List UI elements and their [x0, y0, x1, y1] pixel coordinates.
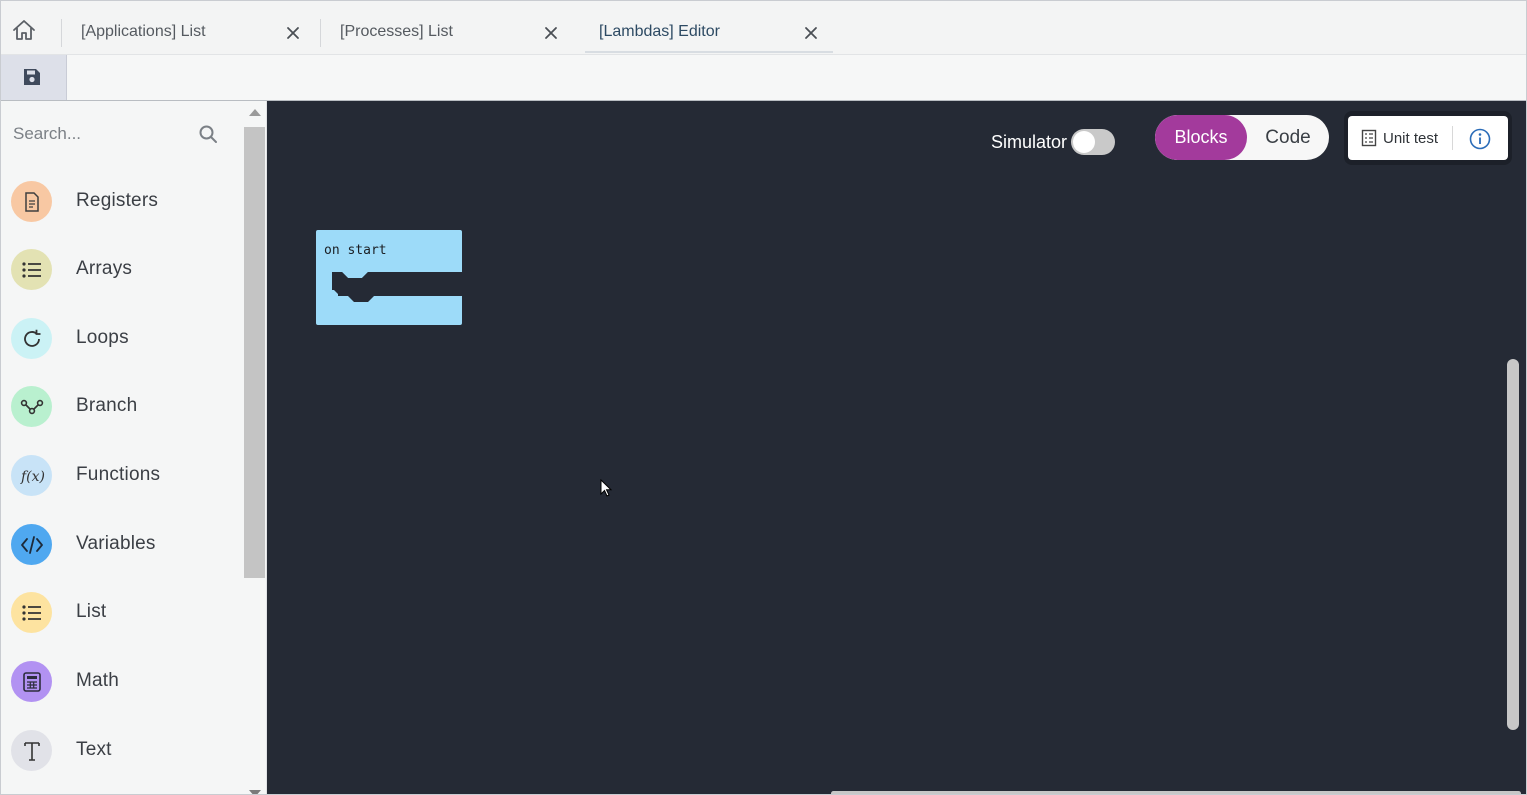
category-variables[interactable]: Variables [1, 514, 241, 574]
list-icon [11, 249, 52, 290]
loop-icon [11, 318, 52, 359]
workspace-horizontal-scrollbar[interactable] [831, 791, 1521, 794]
category-registers[interactable]: Registers [1, 171, 241, 231]
category-label: Text [76, 739, 112, 760]
category-label: Branch [76, 395, 138, 416]
category-label: List [76, 601, 107, 622]
category-math[interactable]: Math [1, 651, 241, 711]
toolbox-sidebar: Registers Arrays Loops Branch f(x) [1, 101, 267, 794]
close-icon[interactable] [543, 25, 559, 41]
toolbar [1, 55, 1526, 101]
document-icon [11, 181, 52, 222]
code-icon [11, 524, 52, 565]
tab-label: [Processes] List [340, 23, 453, 40]
tab-divider [320, 19, 321, 47]
category-label: Loops [76, 327, 129, 348]
mouse-cursor-icon [600, 479, 613, 497]
app-window: [Applications] List [Processes] List [La… [0, 0, 1527, 795]
checklist-icon [1361, 129, 1377, 147]
info-icon[interactable] [1468, 127, 1492, 151]
category-branch[interactable]: Branch [1, 376, 241, 436]
blocks-mode-button[interactable]: Blocks [1155, 115, 1247, 160]
category-loops[interactable]: Loops [1, 308, 241, 368]
scroll-up-icon[interactable] [249, 109, 261, 116]
unit-test-label: Unit test [1383, 130, 1439, 147]
tab-bar: [Applications] List [Processes] List [La… [1, 1, 1526, 55]
editor-mode-switch: Blocks Code [1155, 115, 1329, 160]
toggle-knob [1073, 131, 1095, 153]
tab-label: [Applications] List [81, 23, 206, 40]
search-icon[interactable] [197, 123, 219, 145]
tab-divider [61, 19, 62, 47]
home-button[interactable] [11, 18, 45, 48]
tab-lambdas-editor[interactable]: [Lambdas] Editor [585, 1, 833, 53]
home-icon [13, 20, 35, 40]
workspace-vertical-scrollbar[interactable] [1507, 359, 1519, 730]
simulator-toggle[interactable] [1071, 129, 1115, 155]
category-label: Registers [76, 190, 159, 211]
unit-test-bar: Unit test [1348, 116, 1508, 160]
close-icon[interactable] [803, 25, 819, 41]
list-icon [11, 592, 52, 633]
tab-processes-list[interactable]: [Processes] List [326, 1, 576, 53]
function-icon: f(x) [11, 455, 52, 496]
category-label: Math [76, 670, 120, 691]
block-label: on start [324, 243, 387, 258]
blocks-workspace[interactable]: Simulator Blocks Code Unit test on start [267, 101, 1526, 794]
tab-applications-list[interactable]: [Applications] List [67, 1, 317, 53]
search-input[interactable] [13, 119, 193, 149]
category-label: Variables [76, 533, 156, 554]
category-list[interactable]: List [1, 582, 241, 642]
category-label: Functions [76, 464, 161, 485]
divider [1452, 126, 1453, 150]
category-text[interactable]: Text [1, 720, 241, 780]
scroll-down-icon[interactable] [249, 790, 261, 794]
category-functions[interactable]: f(x) Functions [1, 445, 241, 505]
text-icon [11, 730, 52, 771]
save-icon [24, 69, 40, 85]
svg-text:f(x): f(x) [20, 469, 45, 485]
code-mode-button[interactable]: Code [1247, 115, 1329, 160]
tab-label: [Lambdas] Editor [599, 23, 720, 40]
unit-test-button[interactable]: Unit test [1348, 116, 1452, 160]
save-button[interactable] [1, 55, 67, 100]
branch-icon [11, 386, 52, 427]
on-start-block[interactable]: on start [316, 230, 462, 325]
category-arrays[interactable]: Arrays [1, 239, 241, 299]
sidebar-scrollbar-thumb[interactable] [244, 127, 265, 578]
close-icon[interactable] [285, 25, 301, 41]
category-label: Arrays [76, 258, 133, 279]
search-box [1, 101, 241, 165]
simulator-label: Simulator [991, 132, 1068, 152]
unit-test-panel: Unit test [1344, 111, 1512, 165]
calculator-icon [11, 661, 52, 702]
